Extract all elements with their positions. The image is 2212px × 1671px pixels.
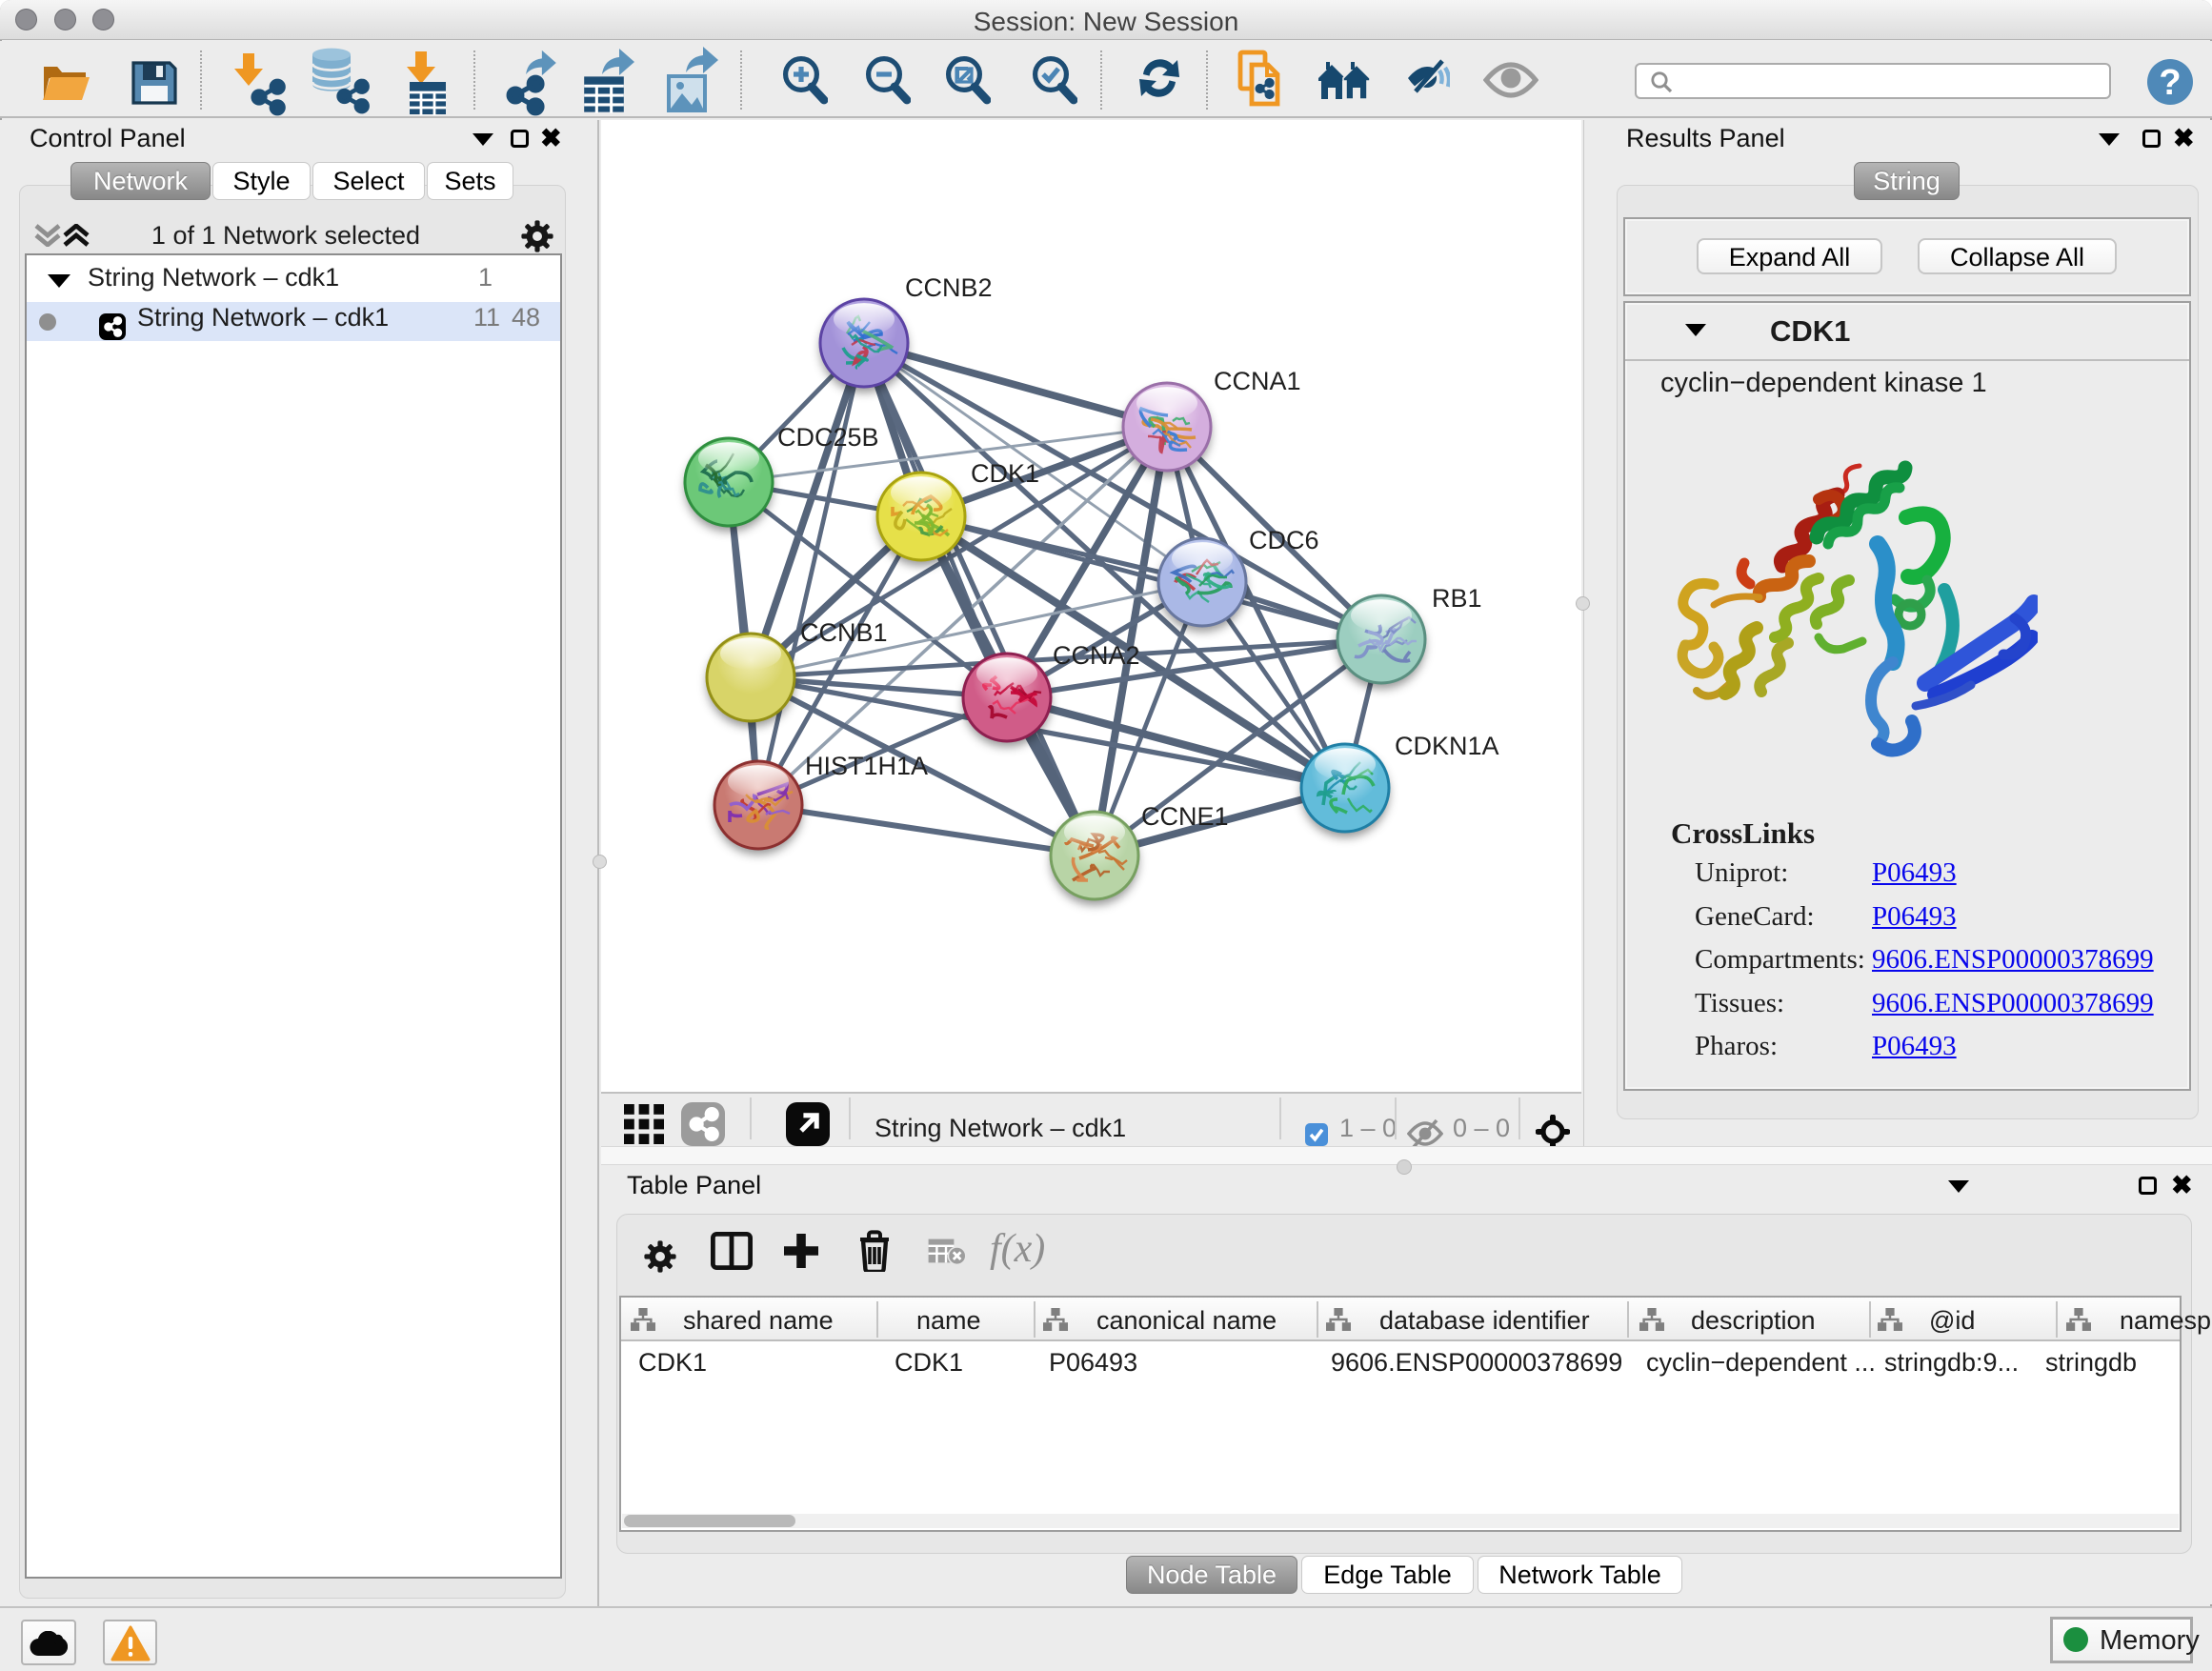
svg-text:CCNE1: CCNE1 (1141, 802, 1229, 831)
svg-text:CCNA2: CCNA2 (1053, 641, 1140, 670)
svg-text:?: ? (2159, 63, 2181, 103)
svg-text:HIST1H1A: HIST1H1A (805, 752, 928, 780)
svg-text:CDK1: CDK1 (971, 459, 1039, 488)
svg-text:CCNB1: CCNB1 (800, 618, 888, 647)
svg-text:CDC6: CDC6 (1249, 526, 1319, 554)
svg-text:CCNA1: CCNA1 (1214, 367, 1301, 395)
svg-text:CDC25B: CDC25B (777, 423, 879, 452)
svg-text:CDKN1A: CDKN1A (1395, 732, 1499, 760)
svg-text:CCNB2: CCNB2 (905, 273, 993, 302)
svg-text:RB1: RB1 (1432, 584, 1482, 613)
